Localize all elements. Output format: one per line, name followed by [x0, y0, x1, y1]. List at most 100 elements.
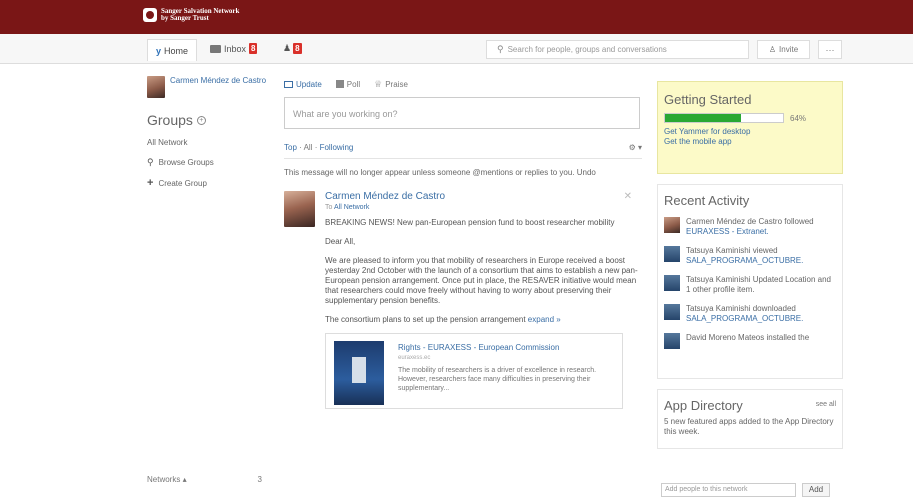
feed-filter-bar: Top · All · Following ⚙ ▾	[284, 143, 642, 159]
see-all-link[interactable]: see all	[816, 401, 836, 408]
tab-poll[interactable]: Poll	[335, 79, 361, 89]
browse-groups-label: Browse Groups	[158, 158, 214, 167]
activity-item[interactable]: Tatsuya Kaminishi downloaded SALA_PROGRA…	[664, 304, 836, 324]
close-icon[interactable]: ✕	[624, 191, 632, 202]
filter-following[interactable]: Following	[320, 143, 354, 152]
groups-heading: Groups +	[147, 112, 267, 128]
post-recipient-link[interactable]: All Network	[334, 204, 369, 211]
yammer-icon: y	[156, 45, 162, 56]
publisher-input[interactable]: What are you working on?	[284, 97, 640, 129]
publisher-placeholder: What are you working on?	[293, 109, 398, 119]
activity-item[interactable]: Carmen Méndez de Castro followed EURAXES…	[664, 217, 836, 237]
desktop-app-link[interactable]: Get Yammer for desktop	[664, 127, 836, 136]
filter-top[interactable]: Top	[284, 143, 297, 152]
recent-activity-panel: Recent Activity Carmen Méndez de Castro …	[657, 184, 843, 379]
mobile-app-link[interactable]: Get the mobile app	[664, 137, 836, 146]
getting-started-progress: 64%	[664, 113, 836, 123]
avatar	[664, 304, 680, 320]
link-preview-title[interactable]: Rights - EURAXESS - European Commission	[398, 343, 614, 352]
avatar	[147, 76, 165, 98]
all-network-link[interactable]: All Network	[147, 138, 267, 147]
current-user-profile[interactable]: Carmen Méndez de Castro	[147, 76, 267, 98]
tab-praise[interactable]: ♕ Praise	[374, 79, 408, 90]
invite-label: Invite	[779, 45, 799, 54]
add-people-form: Add people to this network Add	[661, 483, 841, 497]
trophy-icon: ♕	[374, 78, 383, 89]
groups-title: Groups	[147, 112, 193, 128]
nav-inbox-tab[interactable]: Inbox 8	[210, 43, 258, 54]
notification-count-badge: 8	[293, 43, 302, 54]
expand-link[interactable]: expand »	[528, 315, 561, 324]
post-body: Carmen Méndez de Castro To All Network B…	[325, 191, 639, 409]
publisher-tabs: Update Poll ♕ Praise	[284, 78, 642, 90]
activity-item[interactable]: Tatsuya Kaminishi viewed SALA_PROGRAMA_O…	[664, 246, 836, 266]
progress-percent: 64%	[790, 113, 807, 123]
current-user-name[interactable]: Carmen Méndez de Castro	[170, 76, 266, 98]
networks-count: 3	[257, 475, 262, 484]
search-icon: ⚲	[497, 44, 504, 54]
post-headline: BREAKING NEWS! New pan-European pension …	[325, 218, 615, 227]
link-preview-content: Rights - EURAXESS - European Commission …	[398, 341, 614, 408]
feed-notice: This message will no longer appear unles…	[284, 168, 596, 177]
main-feed: Update Poll ♕ Praise What are you workin…	[284, 78, 642, 409]
avatar[interactable]	[284, 191, 315, 227]
bell-icon: ♟	[283, 43, 292, 53]
activity-item[interactable]: Tatsuya Kaminishi Updated Location and 1…	[664, 275, 836, 295]
left-sidebar: Carmen Méndez de Castro Groups + All Net…	[147, 76, 267, 189]
create-group-link[interactable]: + Create Group	[147, 177, 267, 189]
progress-track	[664, 113, 784, 123]
getting-started-panel: Getting Started 64% Get Yammer for deskt…	[657, 81, 843, 174]
post-greeting: Dear All,	[325, 237, 356, 246]
invite-button[interactable]: ♙ Invite	[757, 40, 810, 59]
avatar	[664, 217, 680, 233]
poll-icon	[335, 80, 344, 88]
nav-home-label: Home	[164, 45, 189, 56]
tab-update[interactable]: Update	[284, 80, 322, 89]
browse-groups-link[interactable]: ⚲ Browse Groups	[147, 157, 267, 168]
notifications-button[interactable]: ♟ 8	[283, 43, 302, 54]
search-input[interactable]: ⚲ Search for people, groups and conversa…	[486, 40, 749, 59]
networks-label: Networks ▴	[147, 475, 187, 484]
network-logo[interactable]: Sanger Salvation Network by Sanger Trust	[143, 8, 239, 22]
networks-switcher[interactable]: Networks ▴ 3	[147, 475, 262, 484]
network-logo-icon	[143, 8, 157, 22]
app-directory-title: App Directory	[664, 398, 743, 413]
add-people-input[interactable]: Add people to this network	[661, 483, 796, 497]
inbox-icon	[210, 44, 221, 53]
avatar	[664, 246, 680, 262]
feed-settings-icon[interactable]: ⚙ ▾	[629, 143, 642, 152]
post-recipient: To All Network	[325, 204, 370, 211]
avatar	[664, 275, 680, 291]
link-preview-site: euraxess.ec	[398, 355, 431, 361]
activity-item[interactable]: David Moreno Mateos installed the	[664, 333, 836, 349]
filter-all[interactable]: All	[304, 143, 313, 152]
brand-bar: Sanger Salvation Network by Sanger Trust	[0, 0, 913, 34]
nav-home-tab[interactable]: y Home	[147, 39, 198, 61]
more-icon: ···	[825, 44, 835, 55]
link-preview-card[interactable]: Rights - EURAXESS - European Commission …	[325, 333, 623, 409]
tab-update-label: Update	[296, 79, 322, 89]
add-user-icon: ♙	[768, 45, 777, 54]
nav-inbox-label: Inbox	[224, 43, 247, 54]
link-preview-thumbnail	[334, 341, 384, 405]
tab-praise-label: Praise	[385, 79, 408, 89]
add-people-button[interactable]: Add	[802, 483, 830, 497]
network-subtitle: by Sanger Trust	[161, 14, 209, 22]
feed-filters: Top · All · Following	[284, 143, 354, 152]
search-icon: ⚲	[147, 157, 154, 167]
avatar	[664, 333, 680, 349]
add-group-icon[interactable]: +	[196, 115, 206, 125]
more-menu-button[interactable]: ···	[818, 40, 842, 59]
post-more-text: The consortium plans to set up the pensi…	[325, 315, 561, 324]
getting-started-title: Getting Started	[664, 92, 752, 107]
post-author[interactable]: Carmen Méndez de Castro	[325, 191, 639, 202]
post-paragraph: We are pleased to inform you that mobili…	[325, 256, 638, 305]
create-group-label: Create Group	[158, 178, 207, 188]
plus-icon: +	[147, 177, 154, 189]
link-preview-description: The mobility of researchers is a driver …	[398, 367, 597, 392]
tab-poll-label: Poll	[346, 79, 361, 89]
app-directory-panel: App Directory see all 5 new featured app…	[657, 389, 843, 449]
progress-fill	[665, 114, 741, 122]
app-directory-description: 5 new featured apps added to the App Dir…	[664, 417, 834, 436]
top-nav: y Home Inbox 8 ♟ 8 ⚲ Search for people, …	[0, 34, 913, 64]
